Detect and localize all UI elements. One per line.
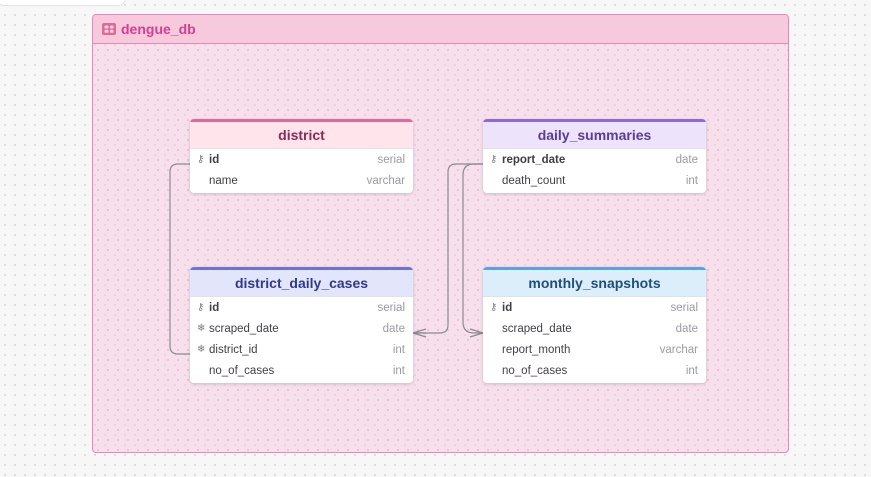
field-name: no_of_cases (502, 364, 568, 377)
field-name: name (209, 174, 238, 187)
field-type: date (675, 322, 698, 335)
field-row[interactable]: report_month varchar (483, 339, 706, 360)
key-icon: ⚷ (490, 154, 498, 165)
index-icon: ❄ (197, 344, 206, 355)
table-header[interactable]: daily_summaries (483, 119, 706, 149)
field-row[interactable]: ⚷ id serial (190, 297, 413, 318)
field-row[interactable]: no_of_cases int (190, 360, 413, 383)
field-row[interactable]: ❄ scraped_date date (190, 318, 413, 339)
field-name: id (209, 153, 220, 166)
field-type: date (382, 322, 405, 335)
field-row[interactable]: no_of_cases int (483, 360, 706, 383)
field-name: id (209, 301, 220, 314)
field-type: int (392, 343, 405, 356)
group-header[interactable]: dengue_db (93, 15, 788, 44)
field-type: int (685, 364, 698, 377)
table-district-daily-cases[interactable]: district_daily_cases ⚷ id serial ❄ scrap… (190, 267, 413, 383)
field-name: id (502, 301, 513, 314)
table-header[interactable]: district_daily_cases (190, 267, 413, 297)
field-row[interactable]: ⚷ id serial (190, 149, 413, 170)
grid-group-icon (102, 23, 116, 35)
field-type: int (685, 174, 698, 187)
field-type: int (392, 364, 405, 377)
field-name: report_month (502, 343, 571, 356)
field-row[interactable]: scraped_date date (483, 318, 706, 339)
field-name: death_count (502, 174, 566, 187)
field-name: district_id (209, 343, 258, 356)
key-icon: ⚷ (197, 154, 205, 165)
table-daily-summaries[interactable]: daily_summaries ⚷ report_date date death… (483, 119, 706, 193)
field-type: varchar (659, 343, 698, 356)
index-icon: ❄ (197, 323, 206, 334)
field-type: varchar (366, 174, 405, 187)
field-name: report_date (502, 153, 566, 166)
table-header[interactable]: monthly_snapshots (483, 267, 706, 297)
table-header[interactable]: district (190, 119, 413, 149)
field-type: serial (670, 301, 698, 314)
key-icon: ⚷ (197, 302, 205, 313)
table-monthly-snapshots[interactable]: monthly_snapshots ⚷ id serial scraped_da… (483, 267, 706, 383)
field-row[interactable]: ⚷ report_date date (483, 149, 706, 170)
table-district[interactable]: district ⚷ id serial name varchar (190, 119, 413, 193)
field-name: no_of_cases (209, 364, 275, 377)
field-row[interactable]: ❄ district_id int (190, 339, 413, 360)
key-icon: ⚷ (490, 302, 498, 313)
field-type: serial (377, 153, 405, 166)
field-row[interactable]: name varchar (190, 170, 413, 193)
field-row[interactable]: ⚷ id serial (483, 297, 706, 318)
group-dengue-db[interactable]: dengue_db (92, 14, 789, 453)
field-type: date (675, 153, 698, 166)
group-title: dengue_db (121, 21, 196, 37)
toolbar-edge (0, 0, 126, 6)
field-name: scraped_date (502, 322, 572, 335)
field-row[interactable]: death_count int (483, 170, 706, 193)
field-name: scraped_date (209, 322, 279, 335)
field-type: serial (377, 301, 405, 314)
